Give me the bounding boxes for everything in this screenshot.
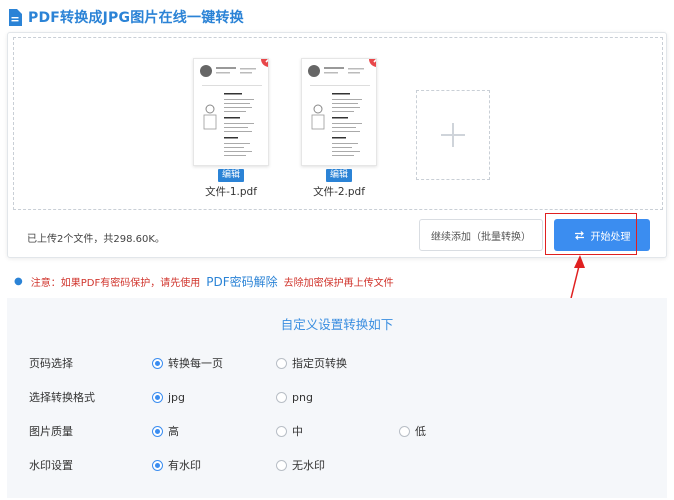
setting-label: 页码选择 xyxy=(29,357,73,370)
close-icon xyxy=(373,59,376,63)
radio-checked-icon xyxy=(152,425,163,437)
start-process-label: 开始处理 xyxy=(590,231,631,243)
drop-zone[interactable]: 编辑 文件-1.pdf 编辑 文件-2.pdf xyxy=(13,37,663,210)
radio-unchecked-icon xyxy=(276,357,287,369)
page-title: PDF转换成JPG图片在线一键转换 xyxy=(28,10,244,26)
file-name: 文件-1.pdf xyxy=(205,186,257,198)
radio-option[interactable]: 转换每一页 xyxy=(152,355,223,371)
close-icon xyxy=(265,59,268,63)
upload-panel: 编辑 文件-1.pdf 编辑 文件-2.pdf 已上传2个文件，共298.60K… xyxy=(7,32,667,258)
radio-option[interactable]: 中 xyxy=(276,423,303,439)
setting-label: 图片质量 xyxy=(29,425,73,438)
upload-status: 已上传2个文件，共298.60K。 xyxy=(27,234,165,245)
header: PDF转换成JPG图片在线一键转换 xyxy=(8,6,244,28)
pdf-thumbnail xyxy=(301,58,377,166)
plus-icon xyxy=(441,123,465,147)
edit-button[interactable]: 编辑 xyxy=(218,169,244,182)
start-process-button[interactable]: 开始处理 xyxy=(554,219,650,251)
radio-checked-icon xyxy=(152,357,163,369)
continue-add-button[interactable]: 继续添加（批量转换） xyxy=(419,219,543,251)
bullet-icon: ● xyxy=(14,276,23,287)
setting-label: 水印设置 xyxy=(29,459,73,472)
file-card: 编辑 文件-2.pdf xyxy=(301,58,377,199)
settings-title: 自定义设置转换如下 xyxy=(280,317,394,332)
settings-panel: 自定义设置转换如下 页码选择 转换每一页 指定页转换 选择转换格式 jpg pn… xyxy=(7,298,667,498)
notice-suffix: 去除加密保护再上传文件 xyxy=(283,278,394,289)
radio-option[interactable]: 无水印 xyxy=(276,457,325,473)
document-icon xyxy=(8,8,22,26)
radio-option[interactable]: 有水印 xyxy=(152,457,201,473)
radio-unchecked-icon xyxy=(276,391,287,403)
pdf-password-remove-link[interactable]: PDF密码解除 xyxy=(206,273,277,290)
notice-prefix: 注意：如果PDF有密码保护，请先使用 xyxy=(30,278,201,289)
file-card: 编辑 文件-1.pdf xyxy=(193,58,269,199)
password-notice: ● 注意：如果PDF有密码保护，请先使用 PDF密码解除 去除加密保护再上传文件 xyxy=(14,273,394,290)
radio-unchecked-icon xyxy=(399,425,410,437)
add-file-button[interactable] xyxy=(416,90,490,180)
radio-checked-icon xyxy=(152,391,163,403)
radio-option[interactable]: 高 xyxy=(152,423,179,439)
radio-unchecked-icon xyxy=(276,425,287,437)
edit-button[interactable]: 编辑 xyxy=(326,169,352,182)
radio-option[interactable]: jpg xyxy=(152,391,185,404)
radio-unchecked-icon xyxy=(276,459,287,471)
pdf-thumbnail xyxy=(193,58,269,166)
file-name: 文件-2.pdf xyxy=(313,186,365,198)
setting-label: 选择转换格式 xyxy=(29,391,95,404)
swap-icon xyxy=(574,230,584,240)
radio-option[interactable]: 低 xyxy=(399,423,426,439)
radio-option[interactable]: 指定页转换 xyxy=(276,355,347,371)
radio-checked-icon xyxy=(152,459,163,471)
radio-option[interactable]: png xyxy=(276,391,313,404)
